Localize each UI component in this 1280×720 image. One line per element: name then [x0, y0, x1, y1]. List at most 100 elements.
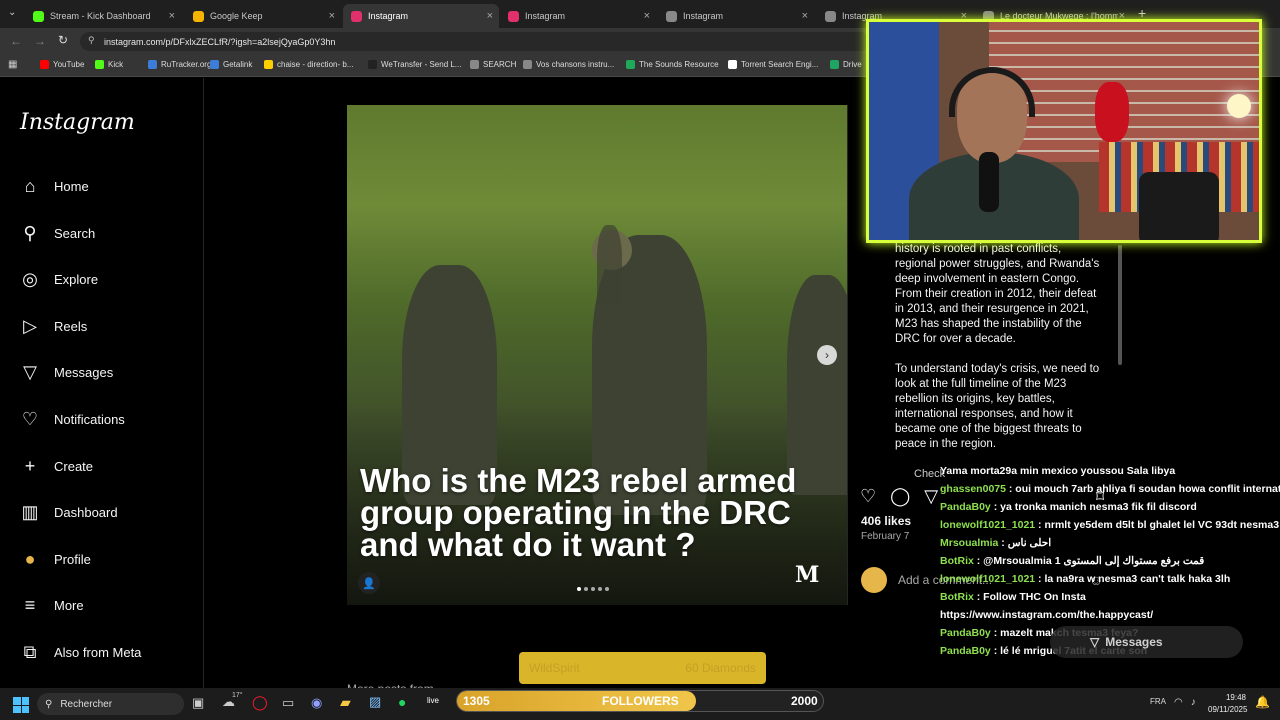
bookmark-item[interactable]: The Sounds Resource [626, 60, 719, 69]
post-date: February 7 [861, 531, 910, 542]
live-app-icon[interactable]: live [427, 696, 439, 705]
bookmark-item[interactable]: Drive [830, 60, 862, 69]
bookmark-item[interactable]: YouTube [40, 60, 84, 69]
address-bar[interactable]: ⚲ instagram.com/p/DFxlxZECLfR/?igsh=a2ls… [80, 32, 870, 51]
messages-float-button[interactable]: ▽ Messages [1050, 626, 1243, 658]
spotify-icon[interactable]: ● [398, 694, 406, 710]
tab-favicon-icon [33, 10, 44, 22]
bookmark-item[interactable]: SEARCH [470, 60, 516, 69]
bookmark-item[interactable]: Vos chansons instru... [523, 60, 614, 69]
like-count[interactable]: 406 likes [861, 514, 911, 528]
language-indicator[interactable]: FRA [1150, 697, 1166, 708]
apps-grid-icon[interactable]: ▦ [8, 59, 17, 70]
tab-4[interactable]: Instagram × [658, 4, 814, 28]
chat-username: BotRix [940, 591, 974, 603]
donor-name: WildSpirit [529, 661, 580, 675]
caption-paragraph: To understand today's crisis, we need to… [895, 363, 1100, 450]
notification-bell-icon[interactable]: 🔔 [1255, 695, 1270, 709]
wifi-icon[interactable]: ◠ [1174, 697, 1183, 708]
chat-message: Mrsoualmia : احلى ناس [940, 534, 1280, 552]
bookmark-item[interactable]: Getalink [210, 60, 252, 69]
nav-label: Create [54, 458, 94, 474]
tab-2[interactable]: Instagram × [343, 4, 499, 28]
back-icon[interactable]: ← [10, 34, 22, 48]
followers-label: FOLLOWERS [602, 694, 679, 708]
caption-scrollbar[interactable] [1118, 245, 1122, 365]
chat-username: lonewolf1021_1021 [940, 573, 1036, 585]
nav-item-reels[interactable]: ▷ Reels [20, 316, 87, 337]
bookmark-label: SEARCH [483, 60, 517, 69]
tab-3[interactable]: Instagram × [500, 4, 656, 28]
share-icon[interactable]: ▽ [924, 486, 938, 507]
nav-label: Dashboard [54, 505, 118, 521]
chat-message: lonewolf1021_1021 : la na9ra w nesma3 ca… [940, 570, 1280, 588]
nav-item-more[interactable]: ≡ More [20, 595, 84, 616]
chat-text: : احلى ناس [998, 537, 1052, 549]
chat-message: BotRix : Follow THC On Insta [940, 588, 1280, 606]
tab-close-icon[interactable]: × [169, 10, 175, 22]
nav-item-messages[interactable]: ▽ Messages [20, 362, 113, 383]
nav-item-home[interactable]: ⌂ Home [20, 176, 89, 197]
post-image[interactable]: Who is the M23 rebel armed group operati… [347, 105, 847, 605]
tab-favicon-icon [666, 10, 677, 22]
app-icon[interactable]: ▭ [282, 695, 294, 711]
stream-chat-overlay: Yama morta29a min mexico youssou Sala li… [940, 462, 1280, 702]
bookmark-item[interactable]: WeTransfer - Send L... [368, 60, 461, 69]
tab-1[interactable]: Google Keep × [185, 4, 341, 28]
chat-text: https://www.instagram.com/the.happycast/ [940, 609, 1154, 621]
nav-item-profile[interactable]: ● Profile [20, 549, 91, 570]
tagged-user-icon[interactable]: 👤 [358, 572, 380, 594]
photos-icon[interactable]: ▨ [369, 694, 381, 710]
nav-item-search[interactable]: ⚲ Search [20, 223, 95, 244]
search-icon: ⚲ [45, 698, 53, 710]
bookmark-item[interactable]: RuTracker.org [148, 60, 211, 69]
reels-icon: ▷ [23, 315, 37, 336]
tab-list-chevron-icon[interactable]: ⌄ [8, 7, 16, 18]
bookmark-item[interactable]: Torrent Search Engi... [728, 60, 818, 69]
reload-icon[interactable]: ↻ [58, 33, 68, 47]
volume-icon[interactable]: ♪ [1191, 697, 1196, 708]
nav-item-explore[interactable]: ◎ Explore [20, 269, 98, 290]
tab-close-icon[interactable]: × [802, 10, 808, 22]
chat-message: ghassen0075 : oui mouch 7arb ahliya fi s… [940, 480, 1280, 498]
tab-close-icon[interactable]: × [329, 10, 335, 22]
nav-item-dashboard[interactable]: ▥ Dashboard [20, 502, 118, 523]
chat-username: PandaB0y [940, 645, 991, 657]
instagram-logo[interactable]: Instagram [20, 110, 135, 135]
comment-icon[interactable]: ◯ [890, 486, 910, 507]
bookmark-item[interactable]: chaise - direction- b... [264, 60, 353, 69]
windows-start-icon[interactable] [13, 697, 29, 713]
chat-username: PandaB0y [940, 627, 991, 639]
discord-icon[interactable]: ◉ [311, 695, 322, 711]
post-headline: Who is the M23 rebel armed group operati… [360, 462, 797, 563]
bookmark-label: chaise - direction- b... [277, 60, 354, 69]
folder-icon[interactable]: ▰ [340, 694, 351, 711]
bookmark-label: WeTransfer - Send L... [381, 60, 462, 69]
bookmark-item[interactable]: Kick [95, 60, 123, 69]
clock[interactable]: 19:48 09/11/2025 [1208, 692, 1247, 716]
tab-close-icon[interactable]: × [644, 10, 650, 22]
nav-item-notifications[interactable]: ♡ Notifications [20, 409, 125, 430]
taskbar-search[interactable]: ⚲ Rechercher [37, 693, 184, 715]
bookmark-favicon-icon [368, 60, 377, 69]
site-info-icon[interactable]: ⚲ [88, 35, 95, 46]
forward-icon[interactable]: → [34, 34, 46, 48]
nav-item-create[interactable]: + Create [20, 456, 93, 477]
comment-avatar [861, 567, 887, 593]
menu-icon: ≡ [24, 595, 36, 616]
dashboard-icon: ▥ [21, 502, 39, 523]
task-view-icon[interactable]: ▣ [192, 695, 204, 711]
post-caption: history is rooted in past conflicts, reg… [895, 242, 1105, 452]
tab-close-icon[interactable]: × [487, 10, 493, 22]
tab-0[interactable]: Stream - Kick Dashboard × [25, 4, 181, 28]
opera-icon[interactable]: ◯ [252, 694, 268, 711]
like-heart-icon[interactable]: ♡ [860, 486, 876, 507]
bookmark-favicon-icon [523, 60, 532, 69]
chair [1139, 172, 1219, 240]
chat-text: : ya tronka manich nesma3 fik fil discor… [990, 501, 1197, 513]
chat-message: BotRix : @Mrsoualmia قمت برفع مستواك إلى… [940, 552, 1280, 570]
next-slide-button[interactable]: › [817, 345, 837, 365]
system-tray: FRA ◠ ♪ [1150, 697, 1196, 708]
nav-item-also-from-meta[interactable]: ⧉ Also from Meta [20, 642, 142, 663]
taskbar-search-label: Rechercher [60, 698, 113, 710]
